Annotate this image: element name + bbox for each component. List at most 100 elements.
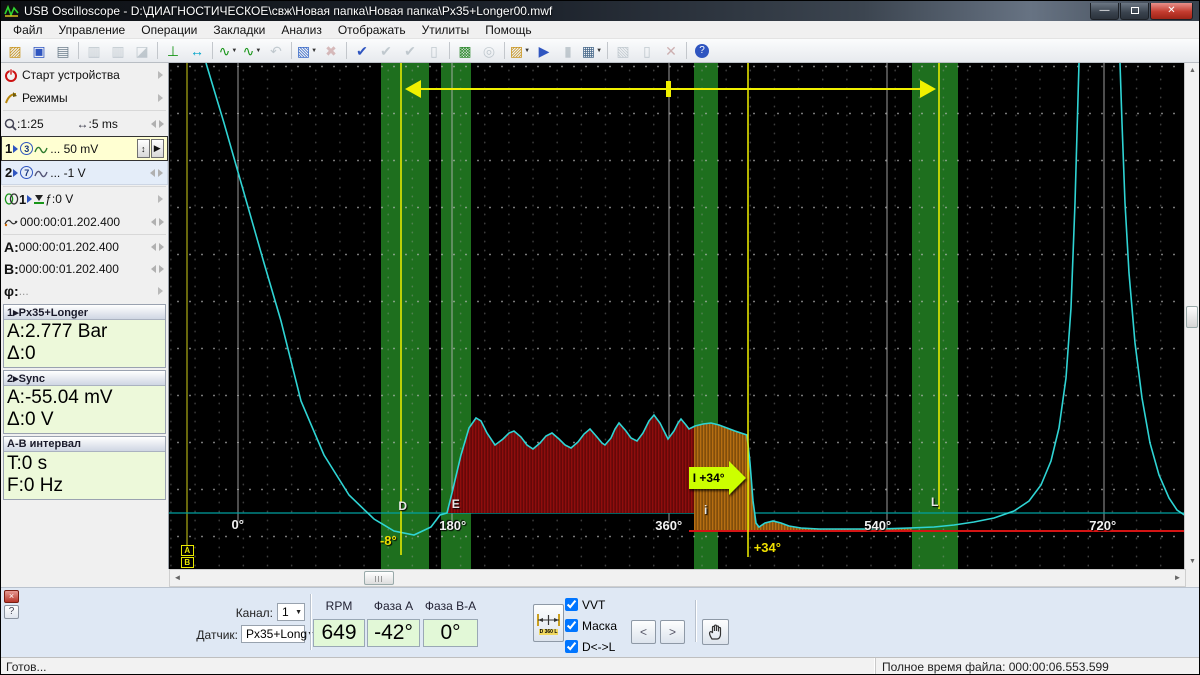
marker-a-spinner[interactable] xyxy=(150,243,164,251)
modes-row[interactable]: Режимы xyxy=(1,86,168,109)
toolbar-chart-overlay-icon[interactable]: ▧ ▼ xyxy=(296,41,318,61)
menu-item-Утилиты[interactable]: Утилиты xyxy=(414,22,478,38)
minimize-button[interactable]: — xyxy=(1090,2,1119,20)
menu-item-Помощь[interactable]: Помощь xyxy=(477,22,539,38)
toolbar-undo-icon[interactable]: ↶ xyxy=(265,41,287,61)
channel-1-range: ... 50 mV xyxy=(50,141,99,156)
scale-row[interactable]: :1:25 ↔ :5 ms xyxy=(1,112,168,136)
checkbox-label: VVT xyxy=(582,597,606,612)
timebase-spinner[interactable] xyxy=(150,120,164,128)
toolbar-calc-abc-icon[interactable]: ▦ ▼ xyxy=(581,41,603,61)
checkbox-label: Маска xyxy=(582,618,617,633)
toolbar-search-wave-icon[interactable]: ◎ xyxy=(478,41,500,61)
toolbar-view-chart-icon[interactable]: ▧ xyxy=(612,41,634,61)
toolbar-apply-check-icon[interactable]: ✔ xyxy=(351,41,373,61)
toolbar-script-step-icon[interactable]: ▮ xyxy=(557,41,579,61)
record-time-row[interactable]: 000:00:01.202.400 xyxy=(1,210,168,233)
checkbox-D<->L[interactable]: D<->L xyxy=(565,636,617,657)
oscilloscope-plot[interactable]: 0° 180° 360° 540° 720° D E i L -8° +34° … xyxy=(168,63,1185,569)
toolbar-view-delete-icon[interactable]: ✕ xyxy=(660,41,682,61)
record-time-spinner[interactable] xyxy=(150,217,164,226)
toolbar-select-range-icon[interactable]: ▩ xyxy=(454,41,476,61)
menu-item-Операции[interactable]: Операции xyxy=(133,22,205,38)
scroll-down-arrow[interactable]: ▼ xyxy=(1185,554,1199,569)
menu-item-Закладки[interactable]: Закладки xyxy=(205,22,273,38)
cursor-label-left[interactable]: -8° xyxy=(367,533,397,548)
waveform-icon xyxy=(34,170,48,177)
sensor-select[interactable]: Px35+Long▼ xyxy=(241,625,314,643)
toolbar-apply-down-icon[interactable]: ✔ xyxy=(375,41,397,61)
checkbox-Маска[interactable]: Маска xyxy=(565,615,617,636)
next-cycle-button[interactable]: > xyxy=(660,620,685,644)
menu-item-Файл[interactable]: Файл xyxy=(5,22,51,38)
marker-a-row[interactable]: A: 000:00:01.202.400 xyxy=(1,236,168,258)
degree-label-720: 720° xyxy=(1089,518,1117,533)
channel-1-row[interactable]: 1 3 ... 50 mV ↕ ▶ xyxy=(1,136,168,161)
trigger-icon xyxy=(34,195,45,204)
chevron-right-icon xyxy=(157,287,163,295)
measure-360-button[interactable]: D 360 L xyxy=(533,604,564,642)
checkbox-input-Маска[interactable] xyxy=(565,619,578,632)
scroll-right-arrow[interactable]: ► xyxy=(1170,570,1185,586)
sync-settings-row[interactable]: 1 ƒ: 0 V xyxy=(1,188,168,210)
menu-item-Управление[interactable]: Управление xyxy=(51,22,134,38)
toolbar-open-file-icon[interactable]: ▨ xyxy=(4,41,26,61)
channel-select[interactable]: 1 ▼ xyxy=(277,603,305,621)
toolbar-help-icon[interactable]: ? xyxy=(691,41,713,61)
toolbar-script-play-icon[interactable]: ▶ xyxy=(533,41,555,61)
toolbar-separator xyxy=(78,42,79,59)
cursor-label-right[interactable]: +34° xyxy=(754,540,781,555)
h-resize-icon: ↔ xyxy=(76,117,89,131)
restore-button[interactable] xyxy=(1120,2,1149,20)
measure-panel-ab: A-B интервал T:0 s F:0 Hz xyxy=(3,436,166,500)
scroll-left-arrow[interactable]: ◄ xyxy=(170,570,185,586)
toolbar-single-pulse-icon[interactable]: ⊥ xyxy=(162,41,184,61)
marker-b-row[interactable]: B: 000:00:01.202.400 xyxy=(1,258,168,280)
marker-a-label: A: xyxy=(4,239,19,255)
pan-hand-button[interactable] xyxy=(702,619,729,645)
sync-channel: 1 xyxy=(19,191,27,207)
marker-b-spinner[interactable] xyxy=(150,265,164,273)
scroll-up-arrow[interactable]: ▲ xyxy=(1185,63,1199,78)
channel-2-spinner[interactable] xyxy=(149,168,163,177)
status-bar: Готов... Полное время файла: 000:00:06.5… xyxy=(1,657,1199,674)
sidebar: Старт устройства Режимы :1:25 ↔ :5 ms 1 xyxy=(1,63,169,569)
panel-help-button[interactable]: ? xyxy=(4,605,19,619)
horizontal-scroll-thumb[interactable] xyxy=(364,571,394,585)
sync-loops-icon xyxy=(4,192,19,205)
toolbar-save-file-icon[interactable]: ▣ xyxy=(28,41,50,61)
marker-a-flag[interactable]: A xyxy=(180,545,194,556)
close-button[interactable]: ✕ xyxy=(1150,2,1193,20)
menu-item-Анализ[interactable]: Анализ xyxy=(273,22,330,38)
toolbar-apply-all-icon[interactable]: ✔ xyxy=(399,41,421,61)
toolbar-copy-screen-1-icon[interactable]: ▥ xyxy=(83,41,105,61)
toolbar-view-sheet-icon[interactable]: ▯ xyxy=(636,41,658,61)
toolbar-copy-screen-2-icon[interactable]: ▥ xyxy=(107,41,129,61)
vertical-scroll-thumb[interactable] xyxy=(1186,306,1199,328)
channel-2-row[interactable]: 2 7 ... -1 V xyxy=(1,161,168,185)
phase-row[interactable]: φ: ... xyxy=(1,280,168,302)
toolbar-wave-mode-1-icon[interactable]: ∿ ▼ xyxy=(217,41,239,61)
checkbox-VVT[interactable]: VVT xyxy=(565,594,617,615)
toolbar-delete-marker-icon[interactable]: ✖ xyxy=(320,41,342,61)
panel-close-button[interactable]: × xyxy=(4,590,19,603)
toolbar-report-blank-icon[interactable]: ▯ xyxy=(423,41,445,61)
toolbar-wave-mode-2-icon[interactable]: ∿ ▼ xyxy=(241,41,263,61)
prev-cycle-button[interactable]: < xyxy=(631,620,656,644)
channel-1-updown-button[interactable]: ↕ xyxy=(136,139,150,158)
pressure-fill-red xyxy=(446,415,694,513)
toolbar-fit-waveform-icon[interactable]: ↔ xyxy=(186,41,208,61)
channel-1-expand-button[interactable]: ▶ xyxy=(150,139,164,158)
start-device-row[interactable]: Старт устройства xyxy=(1,63,168,86)
toolbar-open-overlay-icon[interactable]: ▨ ▼ xyxy=(509,41,531,61)
marker-b-flag[interactable]: B xyxy=(180,557,194,568)
vertical-scrollbar[interactable]: ▲ ▼ xyxy=(1184,63,1199,569)
toolbar-export-wave-icon[interactable]: ◪ xyxy=(131,41,153,61)
checkbox-input-VVT[interactable] xyxy=(565,598,578,611)
checkbox-input-D<->L[interactable] xyxy=(565,640,578,653)
band-letter-D: D xyxy=(398,499,408,513)
menu-item-Отображать[interactable]: Отображать xyxy=(330,22,414,38)
menu-bar: Файл Управление Операции Закладки Анализ Отоб… xyxy=(1,21,1199,39)
toolbar-print-icon[interactable]: ▤ xyxy=(52,41,74,61)
horizontal-scrollbar[interactable]: ◄ ► xyxy=(169,569,1186,587)
